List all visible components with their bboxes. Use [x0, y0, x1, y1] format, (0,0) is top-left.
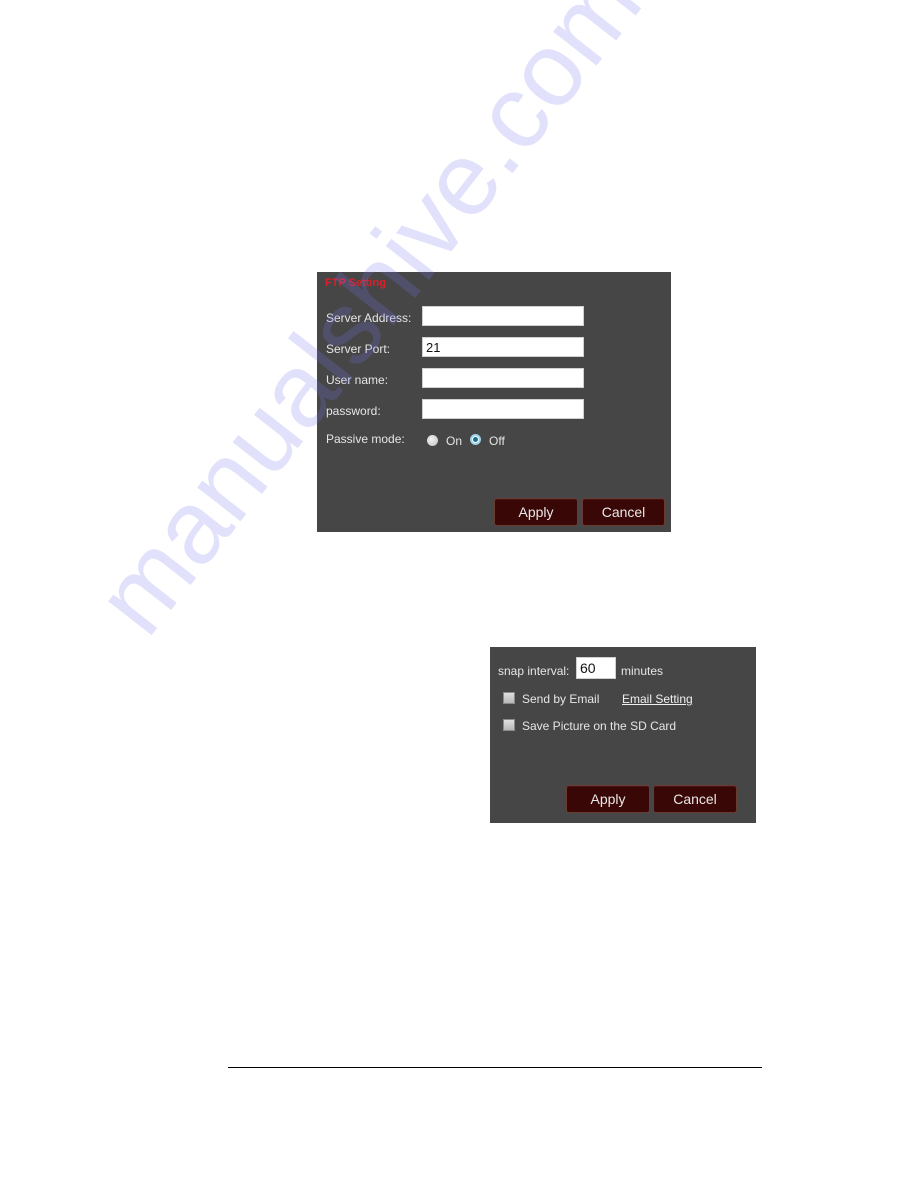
- passive-on-radio[interactable]: [427, 435, 438, 446]
- send-by-email-label: Send by Email: [522, 692, 600, 706]
- ftp-apply-button[interactable]: Apply: [494, 498, 578, 526]
- snap-interval-label: snap interval:: [498, 664, 570, 678]
- footer-rule: [228, 1067, 762, 1068]
- server-port-label: Server Port:: [326, 342, 391, 356]
- server-port-input[interactable]: [422, 337, 584, 357]
- passive-mode-label: Passive mode:: [326, 432, 405, 446]
- password-label: password:: [326, 404, 381, 418]
- ftp-setting-panel: FTP Setting Server Address: Server Port:…: [317, 272, 671, 532]
- user-name-label: User name:: [326, 373, 389, 387]
- snapshot-panel: snap interval: minutes Send by Email Ema…: [490, 647, 756, 823]
- ftp-setting-title: FTP Setting: [325, 277, 386, 289]
- email-setting-link[interactable]: Email Setting: [622, 692, 693, 706]
- snap-interval-input[interactable]: [576, 657, 616, 679]
- server-address-input[interactable]: [422, 306, 584, 326]
- snap-interval-unit: minutes: [621, 664, 664, 678]
- password-input[interactable]: [422, 399, 584, 419]
- server-address-label: Server Address:: [326, 311, 412, 325]
- snap-cancel-button[interactable]: Cancel: [653, 785, 737, 813]
- snap-apply-button[interactable]: Apply: [566, 785, 650, 813]
- send-by-email-checkbox[interactable]: [503, 692, 515, 704]
- save-sd-checkbox[interactable]: [503, 719, 515, 731]
- passive-off-label: Off: [489, 434, 505, 448]
- passive-off-radio[interactable]: [470, 434, 481, 445]
- ftp-cancel-button[interactable]: Cancel: [582, 498, 665, 526]
- save-sd-label: Save Picture on the SD Card: [522, 719, 677, 733]
- user-name-input[interactable]: [422, 368, 584, 388]
- passive-on-label: On: [446, 434, 463, 448]
